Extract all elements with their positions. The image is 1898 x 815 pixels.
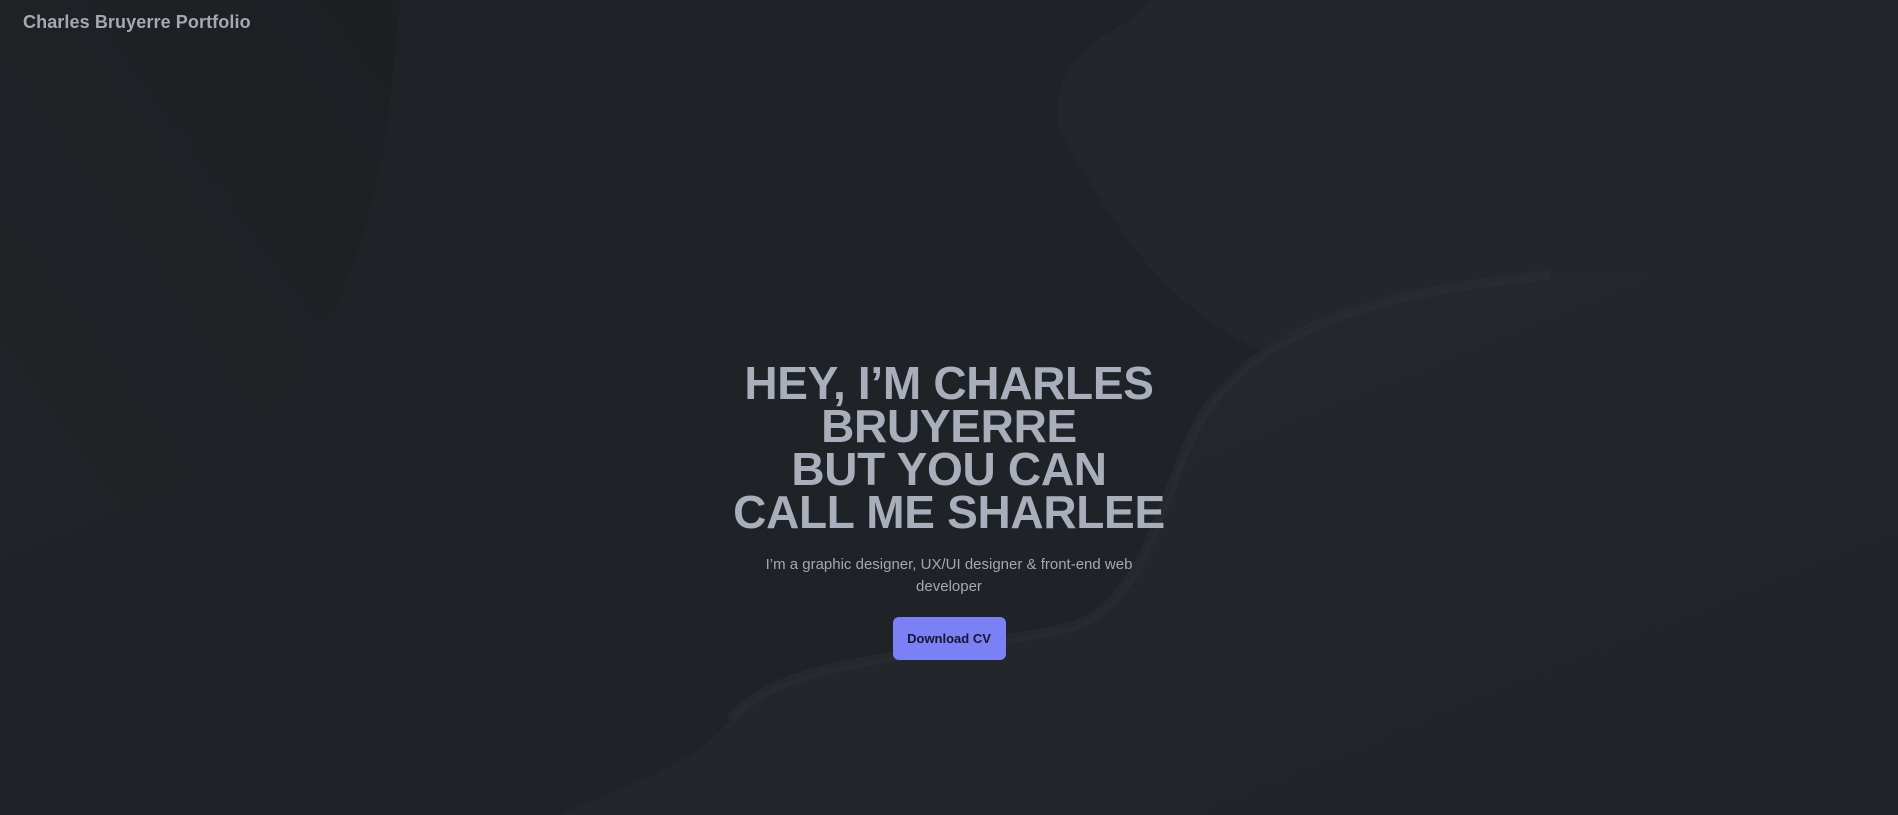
headline-line: BRUYERRE: [821, 400, 1077, 452]
headline-line: CALL ME SHARLEE: [733, 486, 1165, 538]
headline-line: BUT YOU CAN: [791, 443, 1107, 495]
site-brand[interactable]: Charles Bruyerre Portfolio: [23, 12, 251, 33]
hero-subtitle: I’m a graphic designer, UX/UI designer &…: [765, 556, 1133, 595]
download-cv-button[interactable]: Download CV: [892, 617, 1006, 660]
hero-section: HEY, I’M CHARLES BRUYERRE BUT YOU CAN CA…: [0, 357, 1898, 660]
page: Charles Bruyerre Portfolio HEY, I’M CHAR…: [0, 0, 1898, 815]
hero-headline: HEY, I’M CHARLES BRUYERRE BUT YOU CAN CA…: [0, 357, 1898, 538]
headline-line: HEY, I’M CHARLES: [744, 357, 1154, 409]
